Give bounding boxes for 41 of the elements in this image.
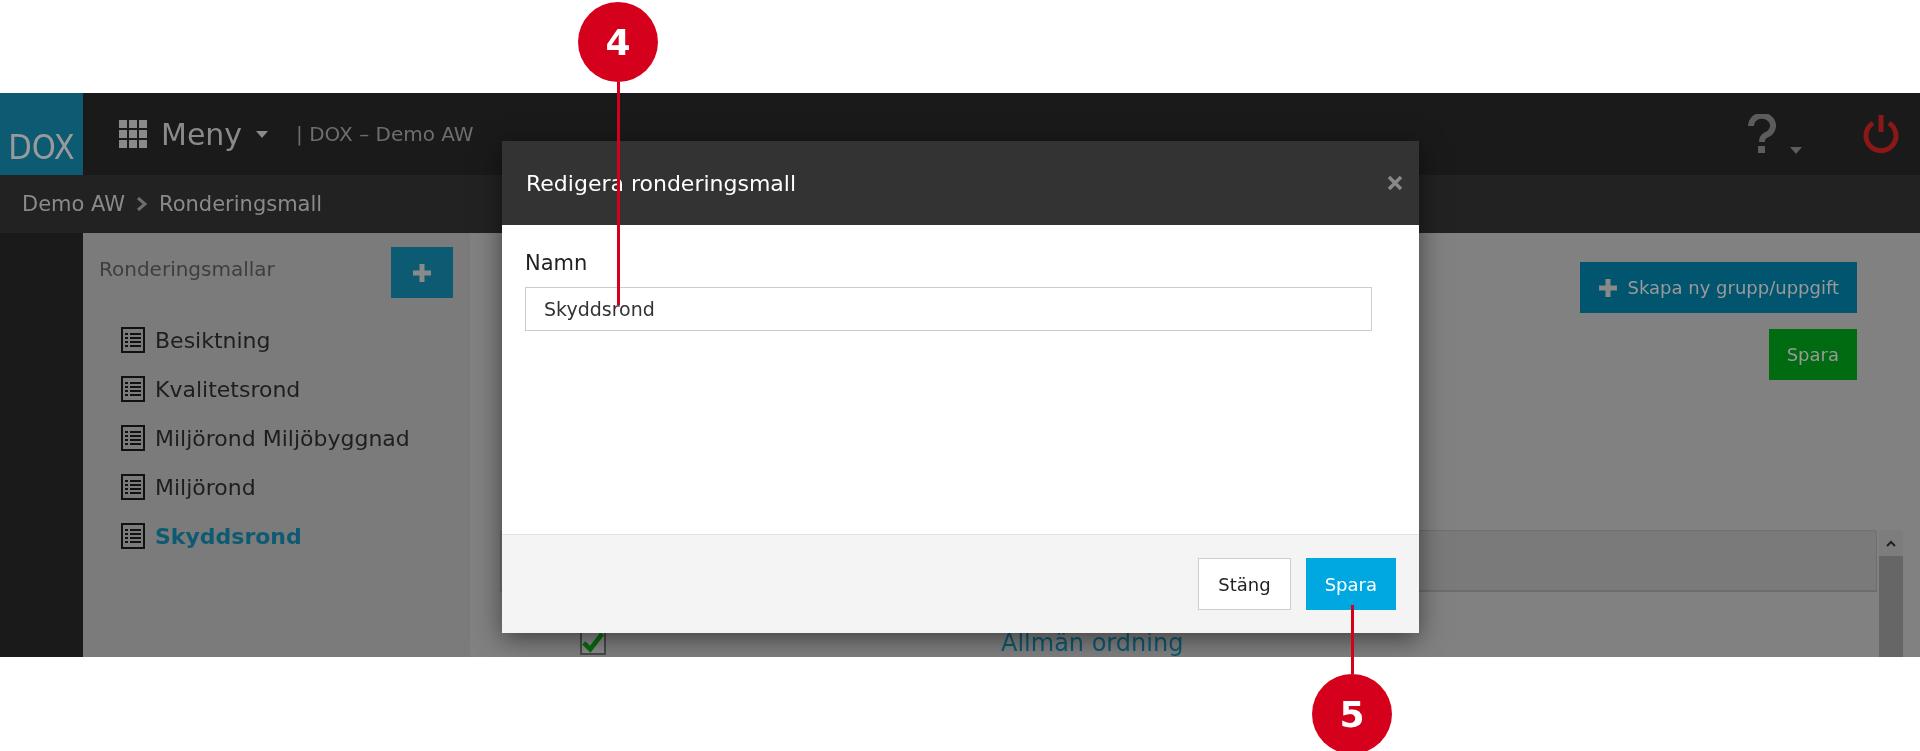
- scroll-up-button[interactable]: [1879, 530, 1903, 556]
- sidebar-item[interactable]: Besiktning: [121, 323, 453, 357]
- list-icon: [121, 327, 145, 353]
- check-icon: [582, 631, 604, 653]
- callout-number: 4: [578, 2, 658, 82]
- list-icon: [121, 474, 145, 500]
- sidebar-item[interactable]: Miljörond: [121, 470, 453, 504]
- leader-line: [1350, 605, 1354, 674]
- question-icon: [1748, 114, 1776, 154]
- grid-icon: [119, 120, 147, 148]
- context-label: | DOX – Demo AW: [296, 122, 474, 146]
- sidebar-item[interactable]: Miljörond Miljöbyggnad: [121, 421, 453, 455]
- list-icon: [121, 425, 145, 451]
- close-dialog-button[interactable]: Stäng: [1198, 558, 1291, 610]
- list-icon: [121, 376, 145, 402]
- chevron-up-icon: [1886, 539, 1896, 547]
- plus-icon: [412, 262, 432, 283]
- save-button[interactable]: Spara: [1768, 329, 1857, 380]
- caret-icon: [256, 130, 269, 138]
- name-input[interactable]: Skyddsrond: [525, 287, 1372, 331]
- add-button[interactable]: [391, 247, 453, 298]
- power-button[interactable]: [1862, 114, 1900, 154]
- plus-icon: [1597, 277, 1618, 298]
- breadcrumb-link[interactable]: Ronderingsmall: [159, 192, 323, 216]
- field-label: Namn: [525, 251, 589, 275]
- close-button[interactable]: [1387, 175, 1403, 191]
- save-button[interactable]: Spara: [1305, 558, 1396, 610]
- list-icon: [121, 523, 145, 549]
- power-icon: [1862, 114, 1900, 154]
- chevron-icon: [137, 197, 148, 211]
- scrollbar[interactable]: [1879, 530, 1903, 657]
- close-icon: [1387, 175, 1403, 191]
- create-button[interactable]: Skapa ny grupp/uppgift: [1579, 262, 1857, 313]
- menu-button[interactable]: Meny: [119, 116, 269, 152]
- help-button[interactable]: [1748, 114, 1802, 154]
- breadcrumb-link[interactable]: Demo AW: [22, 192, 126, 216]
- logo[interactable]: DOX: [0, 93, 83, 175]
- caret-icon: [1790, 147, 1802, 154]
- callout-number: 5: [1312, 674, 1392, 751]
- sidebar-title: Ronderingsmallar: [99, 257, 275, 281]
- sidebar-item[interactable]: Kvalitetsrond: [121, 372, 453, 406]
